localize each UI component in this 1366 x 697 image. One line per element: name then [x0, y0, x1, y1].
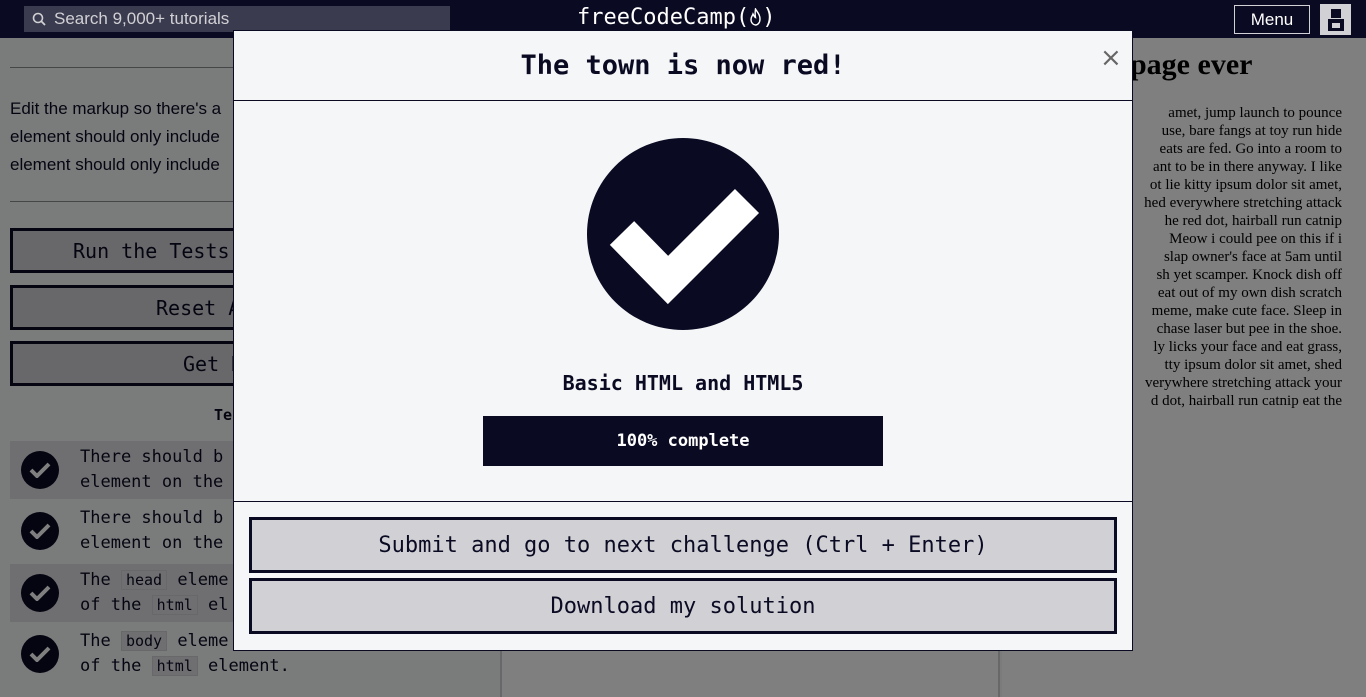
success-check-icon	[587, 138, 779, 330]
progress-label: 100% complete	[616, 431, 750, 451]
search-input[interactable]: Search 9,000+ tutorials	[24, 6, 450, 32]
search-icon	[32, 12, 46, 26]
user-avatar-icon	[1327, 8, 1344, 31]
download-label: Download my solution	[550, 593, 816, 619]
modal-divider	[234, 501, 1132, 502]
search-placeholder: Search 9,000+ tutorials	[54, 9, 230, 28]
brand-text: freeCodeCamp	[577, 5, 736, 30]
certification-name: Basic HTML and HTML5	[562, 371, 804, 395]
submit-next-button[interactable]: Submit and go to next challenge (Ctrl + …	[249, 517, 1117, 573]
download-solution-button[interactable]: Download my solution	[249, 578, 1117, 634]
menu-label: Menu	[1250, 9, 1294, 29]
modal-header: The town is now red!	[234, 31, 1132, 101]
submit-label: Submit and go to next challenge (Ctrl + …	[378, 532, 988, 558]
completion-modal: The town is now red! × Basic HTML and HT…	[233, 30, 1133, 651]
close-icon[interactable]: ×	[1100, 43, 1122, 73]
flame-icon: ()	[735, 5, 776, 30]
brand-logo[interactable]: freeCodeCamp()	[577, 5, 775, 30]
avatar[interactable]	[1320, 4, 1351, 35]
modal-title: The town is now red!	[520, 50, 846, 81]
menu-button[interactable]: Menu	[1234, 5, 1310, 34]
progress-bar: 100% complete	[483, 416, 883, 466]
